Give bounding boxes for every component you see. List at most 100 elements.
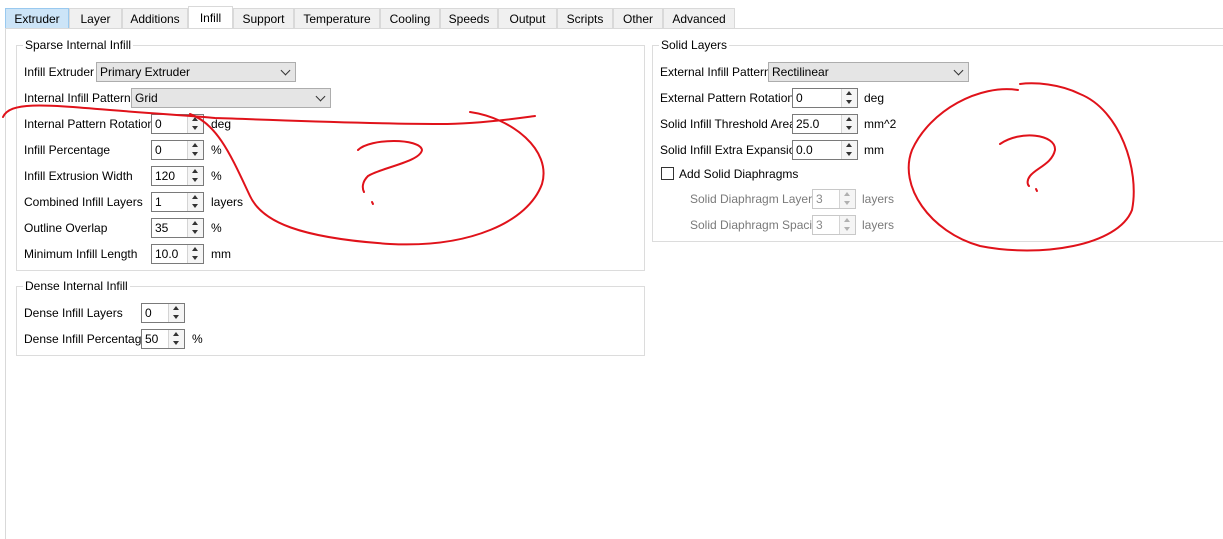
arrow-down-icon[interactable]: [846, 126, 852, 130]
arrow-down-icon[interactable]: [846, 152, 852, 156]
min-length-spinbox[interactable]: 10.0: [151, 244, 204, 264]
arrow-down-icon[interactable]: [173, 315, 179, 319]
infill-extruder-label: Infill Extruder: [24, 65, 95, 79]
arrow-up-icon[interactable]: [192, 221, 198, 225]
arrow-up-icon[interactable]: [192, 247, 198, 251]
arrow-down-icon[interactable]: [192, 256, 198, 260]
arrow-down-icon[interactable]: [844, 201, 850, 205]
spin-value: 0: [155, 143, 162, 157]
spin-buttons[interactable]: [839, 190, 855, 208]
rotation-spinbox[interactable]: 0: [151, 114, 204, 134]
arrow-up-icon[interactable]: [192, 169, 198, 173]
tab-advanced[interactable]: Advanced: [663, 8, 735, 28]
select-value: Grid: [135, 91, 158, 105]
arrow-up-icon[interactable]: [192, 117, 198, 121]
spin-buttons[interactable]: [187, 115, 203, 133]
spin-value: 0: [155, 117, 162, 131]
arrow-down-icon[interactable]: [173, 341, 179, 345]
tab-infill[interactable]: Infill: [188, 6, 233, 29]
diaphragm-spacing-spinbox[interactable]: 3: [812, 215, 856, 235]
tab-scripts[interactable]: Scripts: [557, 8, 613, 28]
arrow-up-icon[interactable]: [173, 332, 179, 336]
extra-expansion-unit: mm: [864, 143, 884, 157]
combined-layers-spinbox[interactable]: 1: [151, 192, 204, 212]
arrow-down-icon[interactable]: [844, 227, 850, 231]
select-value: Primary Extruder: [100, 65, 191, 79]
spin-value: 120: [155, 169, 176, 183]
arrow-up-icon[interactable]: [173, 306, 179, 310]
min-length-label: Minimum Infill Length: [24, 247, 138, 261]
diaphragm-layers-label: Solid Diaphragm Layers: [690, 192, 819, 206]
threshold-area-label: Solid Infill Threshold Area: [660, 117, 796, 131]
combined-layers-unit: layers: [211, 195, 244, 209]
tab-additions[interactable]: Additions: [122, 8, 188, 28]
chevron-down-icon: [315, 91, 326, 102]
external-rotation-spinbox[interactable]: 0: [792, 88, 858, 108]
arrow-down-icon[interactable]: [846, 100, 852, 104]
spin-value: 50: [145, 332, 159, 346]
arrow-down-icon[interactable]: [192, 178, 198, 182]
arrow-down-icon[interactable]: [192, 126, 198, 130]
group-title: Dense Internal Infill: [23, 279, 130, 293]
tab-temperature[interactable]: Temperature: [294, 8, 380, 28]
dense-percentage-spinbox[interactable]: 50: [141, 329, 185, 349]
tab-extruder[interactable]: Extruder: [5, 8, 69, 28]
spin-value: 0.0: [796, 143, 813, 157]
spin-buttons[interactable]: [839, 216, 855, 234]
spin-buttons[interactable]: [841, 89, 857, 107]
diaphragm-layers-spinbox[interactable]: 3: [812, 189, 856, 209]
spin-buttons[interactable]: [168, 330, 184, 348]
external-rotation-unit: deg: [864, 91, 885, 105]
dense-percentage-label: Dense Infill Percentage: [24, 332, 149, 346]
spin-buttons[interactable]: [841, 141, 857, 159]
chevron-down-icon: [953, 65, 964, 76]
tab-other[interactable]: Other: [613, 8, 663, 28]
spin-buttons[interactable]: [187, 245, 203, 263]
arrow-up-icon[interactable]: [192, 143, 198, 147]
tab-layer[interactable]: Layer: [69, 8, 122, 28]
dense-percentage-unit: %: [192, 332, 203, 346]
spin-value: 0: [145, 306, 152, 320]
outline-overlap-unit: %: [211, 221, 222, 235]
tab-support[interactable]: Support: [233, 8, 294, 28]
spin-buttons[interactable]: [187, 167, 203, 185]
spin-buttons[interactable]: [187, 219, 203, 237]
infill-extruder-select[interactable]: Primary Extruder: [96, 62, 296, 82]
group-title: Sparse Internal Infill: [23, 38, 134, 52]
arrow-up-icon[interactable]: [846, 91, 852, 95]
spin-buttons[interactable]: [168, 304, 184, 322]
arrow-up-icon[interactable]: [844, 218, 850, 222]
tab-speeds[interactable]: Speeds: [440, 8, 498, 28]
arrow-down-icon[interactable]: [192, 204, 198, 208]
external-pattern-select[interactable]: Rectilinear: [768, 62, 969, 82]
spin-buttons[interactable]: [841, 115, 857, 133]
add-diaphragms-checkbox[interactable]: [661, 167, 674, 180]
threshold-area-unit: mm^2: [864, 117, 897, 131]
outline-overlap-spinbox[interactable]: 35: [151, 218, 204, 238]
add-diaphragms-label[interactable]: Add Solid Diaphragms: [679, 166, 798, 182]
spin-value: 10.0: [155, 247, 179, 261]
arrow-up-icon[interactable]: [192, 195, 198, 199]
dense-layers-spinbox[interactable]: 0: [141, 303, 185, 323]
dense-layers-label: Dense Infill Layers: [24, 306, 123, 320]
tab-output[interactable]: Output: [498, 8, 557, 28]
percentage-spinbox[interactable]: 0: [151, 140, 204, 160]
diaphragm-spacing-label: Solid Diaphragm Spacing: [690, 218, 826, 232]
extra-expansion-spinbox[interactable]: 0.0: [792, 140, 858, 160]
spin-buttons[interactable]: [187, 141, 203, 159]
arrow-up-icon[interactable]: [844, 192, 850, 196]
tab-cooling[interactable]: Cooling: [380, 8, 440, 28]
arrow-down-icon[interactable]: [192, 230, 198, 234]
internal-pattern-select[interactable]: Grid: [131, 88, 331, 108]
spin-value: 3: [816, 192, 823, 206]
spin-buttons[interactable]: [187, 193, 203, 211]
threshold-area-spinbox[interactable]: 25.0: [792, 114, 858, 134]
rotation-label: Internal Pattern Rotation: [24, 117, 155, 131]
diaphragm-spacing-unit: layers: [862, 218, 895, 232]
arrow-down-icon[interactable]: [192, 152, 198, 156]
extrusion-width-label: Infill Extrusion Width: [24, 169, 133, 183]
extrusion-width-spinbox[interactable]: 120: [151, 166, 204, 186]
arrow-up-icon[interactable]: [846, 117, 852, 121]
arrow-up-icon[interactable]: [846, 143, 852, 147]
extra-expansion-label: Solid Infill Extra Expansion: [660, 143, 803, 157]
